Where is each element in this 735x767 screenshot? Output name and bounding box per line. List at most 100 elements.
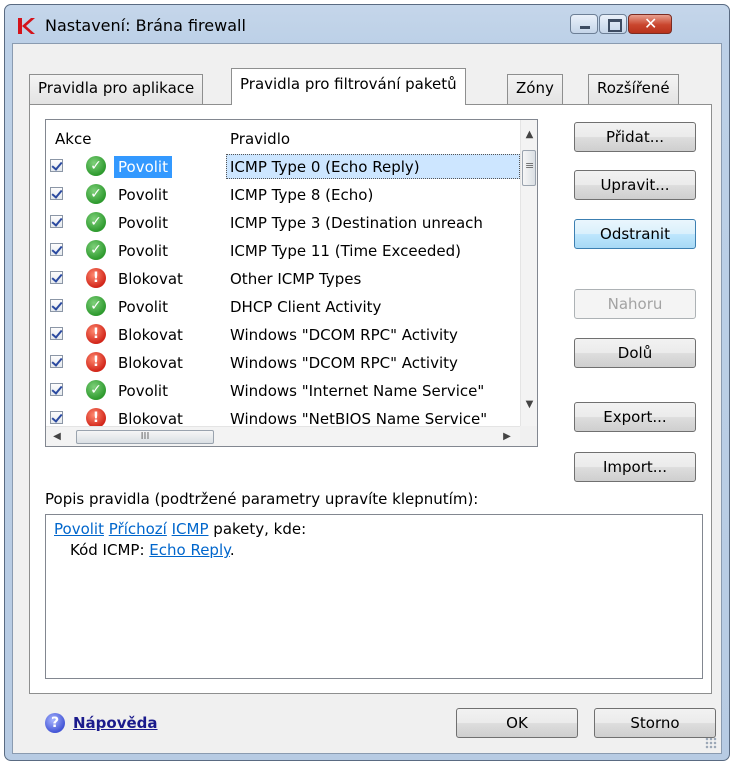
import-button[interactable]: Import... [574,452,696,482]
tab-zones[interactable]: Zóny [507,74,563,104]
direction-param-link[interactable]: Příchozí [109,520,167,538]
scroll-up-arrow-icon[interactable]: ▲ [521,126,537,143]
rule-name: ICMP Type 3 (Destination unreach [230,214,483,232]
rule-enabled-checkbox[interactable] [50,243,63,256]
title-bar[interactable]: Nastavení: Brána firewall ✕ [5,5,729,43]
scroll-right-arrow-icon[interactable]: ▶ [498,428,516,446]
remove-button-label: Odstranit [600,225,670,243]
column-header-action[interactable]: Akce [55,130,91,148]
cancel-button-label: Storno [630,714,680,732]
rule-name: DHCP Client Activity [230,298,382,316]
rule-action: Blokovat [118,270,183,288]
help-icon[interactable]: ? [45,713,65,733]
remove-button[interactable]: Odstranit [574,219,696,249]
help-link[interactable]: Nápověda [73,714,158,732]
kaspersky-logo-icon [18,18,35,34]
list-item[interactable]: ✓ Povolit ICMP Type 0 (Echo Reply) [46,153,520,181]
list-item[interactable]: ✓ Povolit ICMP Type 3 (Destination unreach [46,209,520,237]
list-item[interactable]: ✓ Povolit ICMP Type 11 (Time Exceeded) [46,237,520,265]
description-text: pakety, kde: [213,520,307,538]
move-down-button-label: Dolů [617,344,653,362]
list-item[interactable]: ! Blokovat Windows "DCOM RPC" Activity [46,349,520,377]
protocol-param-link[interactable]: ICMP [172,520,209,538]
horizontal-scroll-thumb[interactable]: III [76,430,214,444]
allow-check-icon: ✓ [86,212,106,232]
rule-description-label: Popis pravidla (podtržené parametry upra… [45,490,479,508]
maximize-button[interactable] [599,14,627,34]
rule-name: Windows "DCOM RPC" Activity [230,326,458,344]
list-item[interactable]: ! Blokovat Windows "DCOM RPC" Activity [46,321,520,349]
action-param-link[interactable]: Povolit [54,520,104,538]
scroll-corner [520,426,537,446]
rule-enabled-checkbox[interactable] [50,383,63,396]
scroll-left-arrow-icon[interactable]: ◀ [48,428,66,446]
allow-check-icon: ✓ [86,156,106,176]
list-header: Akce Pravidlo [46,120,520,153]
rule-description-box: Povolit Příchozí ICMP pakety, kde: Kód I… [45,514,703,679]
horizontal-scrollbar[interactable]: ◀ III ▶ [46,426,520,446]
allow-check-icon: ✓ [86,380,106,400]
column-header-rule[interactable]: Pravidlo [230,130,290,148]
tab-application-rules[interactable]: Pravidla pro aplikace [29,74,204,104]
allow-check-icon: ✓ [86,296,106,316]
rule-action: Povolit [118,382,168,400]
export-button-label: Export... [603,408,667,426]
rule-enabled-checkbox[interactable] [50,159,63,172]
resize-grip-icon[interactable] [705,737,717,749]
allow-check-icon: ✓ [86,184,106,204]
minimize-icon [580,26,590,29]
edit-button[interactable]: Upravit... [574,170,696,200]
edit-button-label: Upravit... [600,176,670,194]
rule-enabled-checkbox[interactable] [50,215,63,228]
list-item[interactable]: ! Blokovat Other ICMP Types [46,265,520,293]
rule-name: ICMP Type 8 (Echo) [230,186,374,204]
rule-action: Blokovat [118,354,183,372]
export-button[interactable]: Export... [574,402,696,432]
block-exclamation-icon: ! [86,324,106,344]
rule-name: Other ICMP Types [230,270,362,288]
rule-action: Povolit [118,214,168,232]
cancel-button[interactable]: Storno [594,708,716,738]
rule-action: Povolit [118,186,168,204]
tab-packet-filter-rules[interactable]: Pravidla pro filtrování paketů [231,68,466,105]
rule-name: ICMP Type 11 (Time Exceeded) [230,242,461,260]
rule-name: ICMP Type 0 (Echo Reply) [230,158,420,176]
rule-enabled-checkbox[interactable] [50,271,63,284]
move-down-button[interactable]: Dolů [574,338,696,368]
rule-enabled-checkbox[interactable] [50,411,63,424]
rule-name: Windows "DCOM RPC" Activity [230,354,458,372]
icmp-code-link[interactable]: Echo Reply [149,541,230,559]
rule-action: Blokovat [118,326,183,344]
block-exclamation-icon: ! [86,408,106,428]
settings-window: Nastavení: Brána firewall ✕ Pravidla pro… [4,4,730,761]
add-button[interactable]: Přidat... [574,122,696,152]
maximize-icon [608,19,622,32]
vertical-scrollbar[interactable]: ▲ ▼ [520,120,537,426]
move-up-button[interactable]: Nahoru [574,289,696,319]
rule-action: Povolit [118,242,168,260]
import-button-label: Import... [602,458,668,476]
icmp-code-label: Kód ICMP: [70,541,145,559]
block-exclamation-icon: ! [86,352,106,372]
window-title: Nastavení: Brána firewall [45,16,246,35]
rule-enabled-checkbox[interactable] [50,299,63,312]
rule-enabled-checkbox[interactable] [50,355,63,368]
description-end: . [229,541,235,559]
scroll-down-arrow-icon[interactable]: ▼ [521,396,537,413]
ok-button[interactable]: OK [456,708,578,738]
vertical-scroll-thumb[interactable] [522,150,536,186]
move-up-button-label: Nahoru [607,295,663,313]
rule-name: Windows "Internet Name Service" [230,382,485,400]
minimize-button[interactable] [570,14,598,34]
rule-enabled-checkbox[interactable] [50,327,63,340]
rules-list[interactable]: Akce Pravidlo ✓ Povolit ICMP Type 0 (Echo … [45,119,538,447]
description-line-1: Povolit Příchozí ICMP pakety, kde: [54,520,306,538]
list-item[interactable]: ✓ Povolit DHCP Client Activity [46,293,520,321]
rule-enabled-checkbox[interactable] [50,187,63,200]
tab-advanced[interactable]: Rozšířené [588,74,679,104]
add-button-label: Přidat... [605,128,664,146]
block-exclamation-icon: ! [86,268,106,288]
list-item[interactable]: ✓ Povolit ICMP Type 8 (Echo) [46,181,520,209]
list-item[interactable]: ✓ Povolit Windows "Internet Name Service" [46,377,520,405]
close-button[interactable]: ✕ [628,14,672,34]
